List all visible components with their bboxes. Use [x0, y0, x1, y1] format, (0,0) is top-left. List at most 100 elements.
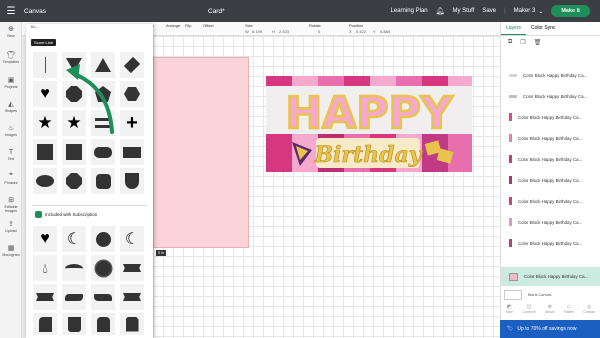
nav-projects[interactable]: ▣ Projects [0, 77, 22, 89]
happy-birthday-design[interactable]: HAPPY Birthday [266, 76, 472, 172]
left-nav: ⊕ New 👕︎ Templates ▣ Projects ◭ Shapes ♨ Imag… [0, 22, 22, 338]
plus-shape[interactable]: + [120, 110, 144, 136]
flatten-label: Flatten [563, 310, 575, 314]
ribbon-shape[interactable] [33, 284, 57, 310]
nav-label: New [7, 34, 15, 38]
blank-canvas-row[interactable]: Blank Canvas [504, 288, 600, 302]
layer-thumbnail [509, 113, 512, 121]
tag-shape[interactable] [91, 313, 115, 335]
arrange-button[interactable]: Arrange [166, 23, 180, 28]
width-input[interactable]: 6.199 [252, 29, 262, 34]
tag-icon [96, 316, 110, 332]
shield-shape[interactable] [120, 168, 144, 194]
make-it-button[interactable]: Make It [551, 5, 590, 17]
slice-button[interactable]: ◩ Slice [506, 304, 513, 320]
score-line-shape[interactable] [33, 52, 57, 78]
heart-shape[interactable]: ♥ [33, 81, 57, 107]
promo-text: Up to 70% off savings now [517, 326, 577, 332]
my-stuff-link[interactable]: My Stuff [452, 8, 474, 14]
save-button[interactable]: Save [482, 8, 496, 14]
nav-monogram[interactable]: ▦ Monogram [0, 245, 22, 257]
diamond-shape[interactable] [120, 52, 144, 78]
duplicate-icon[interactable]: ❐ [520, 39, 525, 46]
slice-label: Slice [505, 310, 513, 314]
promo-banner[interactable]: 🏷︎ Up to 70% off savings now [500, 320, 600, 338]
y-label: Y [373, 29, 376, 34]
rounded-rect-shape[interactable] [91, 139, 115, 165]
square-shape[interactable] [62, 139, 86, 165]
square-shape[interactable] [33, 139, 57, 165]
heart-shape[interactable]: ♥ [33, 226, 57, 252]
x-input[interactable]: 0.422 [356, 29, 366, 34]
wave-banner-shape[interactable] [62, 284, 86, 310]
layer-row[interactable]: Color Block Happy Birthday Ca... [509, 133, 599, 143]
crescent-icon: ☾ [66, 231, 82, 248]
offset-button[interactable]: Offset [203, 23, 214, 28]
ribbon-shape[interactable] [120, 284, 144, 310]
group-icon[interactable]: ⧉ [508, 39, 512, 46]
rotate-input[interactable]: 0 [318, 29, 320, 34]
banner-shape[interactable] [120, 255, 144, 281]
layer-row[interactable]: Color Block Happy Birthday Ca... [509, 154, 599, 164]
nav-label: Images [5, 133, 17, 137]
layer-row[interactable]: Color Block Happy Birthday Ca... [509, 238, 599, 248]
nav-images[interactable]: ♨ Images [0, 125, 22, 137]
nav-label: Text [7, 157, 15, 161]
rounded-square-shape[interactable] [91, 168, 115, 194]
nav-templates[interactable]: 👕︎ Templates [0, 52, 22, 64]
nav-editable-images[interactable]: ⊞ Editable Images [0, 197, 22, 213]
app-title: Canvas [24, 7, 47, 15]
y-input[interactable]: 0.884 [380, 29, 390, 34]
crescent-shape[interactable]: ☾ [62, 226, 86, 252]
nav-upload[interactable]: ⇪ Upload [0, 221, 22, 233]
hexagon-shape[interactable] [120, 81, 144, 107]
tag-shape[interactable] [33, 313, 57, 335]
nav-phrases[interactable]: ❞ Phrases [0, 173, 22, 185]
document-title: Card* [208, 7, 225, 15]
contour-button[interactable]: ◎ Contour [583, 304, 595, 320]
nav-label: Upload [5, 229, 17, 233]
trash-icon[interactable]: 🗑︎ [534, 39, 542, 46]
combine-label: Combine [522, 310, 536, 314]
crescent-shape[interactable]: ☾ [120, 226, 144, 252]
layer-row[interactable]: Color Block Happy Birthday Ca... [509, 70, 599, 80]
flip-button[interactable]: Flip [185, 23, 191, 28]
tag-shape[interactable] [120, 313, 144, 335]
rect-shape[interactable] [120, 139, 144, 165]
layer-row-selected[interactable]: Color Block Happy Birthday Ca... [501, 267, 600, 286]
tag-icon [125, 316, 139, 332]
tab-layers[interactable]: Layers [501, 22, 527, 35]
drop-shape[interactable]: 💧︎ [33, 255, 57, 281]
layer-row[interactable]: Color Block Happy Birthday Ca... [509, 91, 599, 101]
nav-text[interactable]: T Text [0, 149, 22, 161]
bell-icon[interactable]: 🔔︎ [436, 7, 445, 15]
nav-shapes[interactable]: ◭ Shapes [0, 101, 22, 113]
star-shape[interactable]: ★ [33, 110, 57, 136]
learning-plan-link[interactable]: Learning Plan [391, 8, 428, 14]
flatten-button[interactable]: ▭ Flatten [564, 304, 574, 320]
card-base-rectangle[interactable] [153, 57, 249, 248]
attach-button[interactable]: ⊗ Attach [545, 304, 555, 320]
layer-row[interactable]: Color Block Happy Birthday Ca... [509, 196, 599, 206]
combine-button[interactable]: ◫ Combine [522, 304, 536, 320]
height-label: H [272, 29, 275, 34]
scallop-circle-shape[interactable] [91, 255, 115, 281]
tab-color-sync[interactable]: Color Sync [526, 22, 560, 35]
circle-shape[interactable] [91, 226, 115, 252]
nav-new[interactable]: ⊕ New [0, 26, 22, 38]
layer-row[interactable]: Color Block Happy Birthday Ca... [509, 217, 599, 227]
tag-shape[interactable] [62, 313, 86, 335]
layer-label: Color Block Happy Birthday Ca... [523, 93, 588, 99]
layer-row[interactable]: Color Block Happy Birthday Ca... [509, 112, 599, 122]
octagon-shape[interactable] [62, 168, 86, 194]
subscription-section-header: Included with Subscription [35, 211, 97, 218]
arc-shape[interactable] [62, 255, 86, 281]
wave-banner-shape[interactable] [91, 284, 115, 310]
ellipse-shape[interactable] [33, 168, 57, 194]
layer-row[interactable]: Color Block Happy Birthday Ca... [509, 175, 599, 185]
height-input[interactable]: 2.923 [279, 29, 289, 34]
machine-select[interactable]: Maker 3 [514, 8, 536, 14]
layer-label: Color Block Happy Birthday Ca... [518, 219, 583, 225]
hamburger-icon[interactable]: ☰ [0, 6, 22, 17]
chevron-down-icon[interactable]: ⌄ [538, 8, 543, 15]
